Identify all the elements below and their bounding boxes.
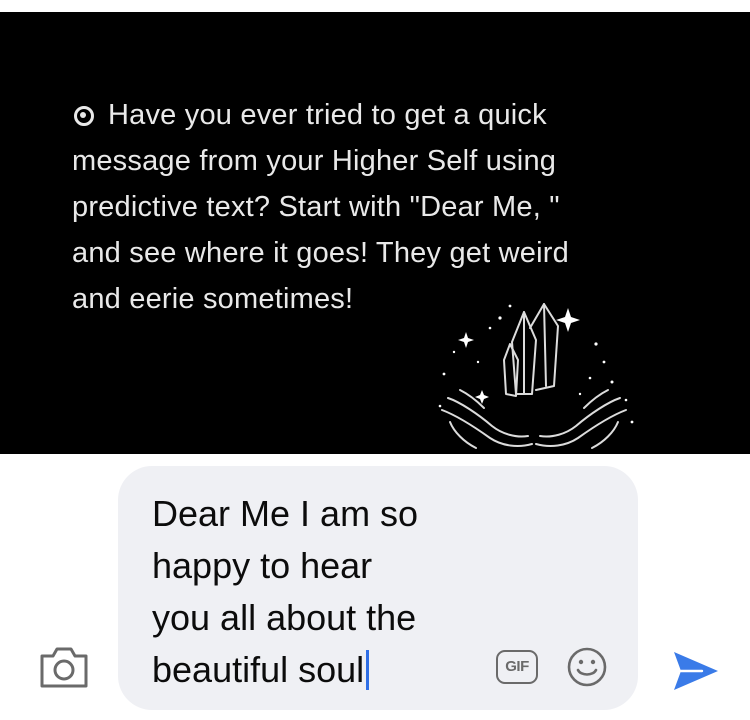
chat-screen: Have you ever tried to get a quick messa… (0, 0, 750, 720)
message-input-text[interactable]: Dear Me I am so happy to hear you all ab… (152, 488, 472, 696)
crystal-hands-icon (438, 303, 634, 449)
eye-icon (72, 104, 94, 126)
gif-icon: GIF (496, 650, 538, 684)
send-icon[interactable] (672, 650, 720, 692)
message-draft-text: Dear Me I am so happy to hear you all ab… (152, 493, 419, 690)
gif-button[interactable]: GIF (496, 650, 540, 686)
shared-image[interactable]: Have you ever tried to get a quick messa… (0, 12, 750, 454)
text-cursor (366, 650, 370, 690)
camera-icon[interactable] (38, 644, 90, 690)
message-input-field[interactable]: Dear Me I am so happy to hear you all ab… (118, 466, 638, 710)
smiley-icon[interactable] (566, 646, 608, 688)
